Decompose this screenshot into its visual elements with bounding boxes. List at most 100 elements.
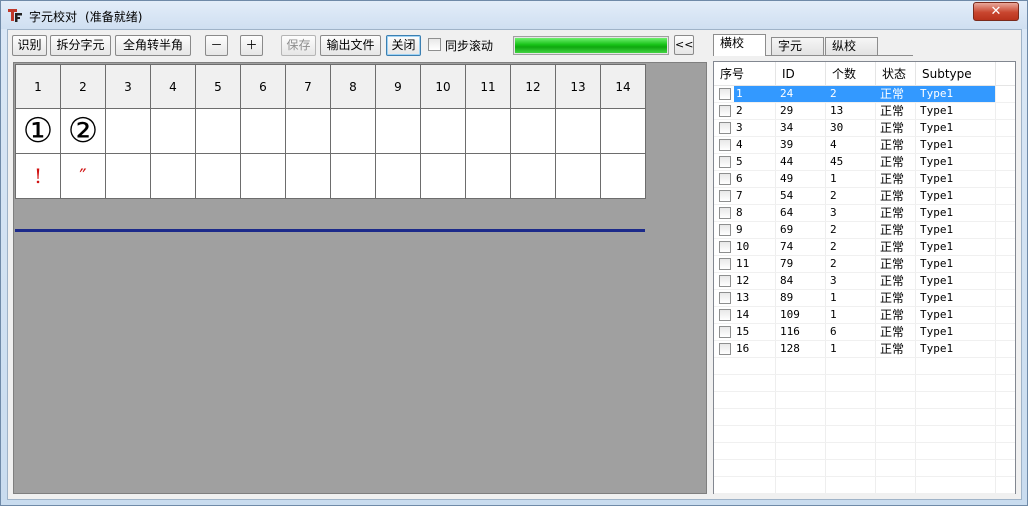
empty-list-row: [714, 460, 1015, 477]
char-cell[interactable]: [465, 153, 511, 199]
save-button[interactable]: 保存: [281, 35, 316, 56]
glyph-grid-area[interactable]: 1 2 3 4 5 6 7 8 9 10 11 12 13 14 ①② ! ″: [13, 62, 707, 494]
char-cell[interactable]: !: [15, 153, 61, 199]
list-item[interactable]: 11 79 2 正常 Type1: [714, 256, 1015, 273]
recognize-button[interactable]: 识别: [12, 35, 47, 56]
glyph-cell[interactable]: [195, 108, 241, 154]
cell-subtype: Type1: [920, 257, 954, 270]
list-item[interactable]: 1 24 2 正常 Type1: [714, 86, 1015, 103]
grid-column-header: 6: [240, 64, 286, 109]
header-no[interactable]: 序号: [714, 62, 776, 86]
list-item[interactable]: 13 89 1 正常 Type1: [714, 290, 1015, 307]
cell-status: 正常: [880, 342, 905, 356]
glyph-cell[interactable]: ②: [60, 108, 106, 154]
glyph-cell[interactable]: [510, 108, 556, 154]
list-item[interactable]: 4 39 4 正常 Type1: [714, 137, 1015, 154]
row-checkbox[interactable]: [719, 241, 731, 253]
list-item[interactable]: 7 54 2 正常 Type1: [714, 188, 1015, 205]
cell-id: 109: [780, 308, 800, 321]
char-cell[interactable]: [330, 153, 376, 199]
close-button[interactable]: 关闭: [386, 35, 421, 56]
export-file-button[interactable]: 输出文件: [320, 35, 381, 56]
list-item[interactable]: 15 116 6 正常 Type1: [714, 324, 1015, 341]
row-checkbox[interactable]: [719, 343, 731, 355]
list-item[interactable]: 14 109 1 正常 Type1: [714, 307, 1015, 324]
list-item[interactable]: 8 64 3 正常 Type1: [714, 205, 1015, 222]
zoom-in-button[interactable]: ＋: [240, 35, 263, 56]
grid-column-header: 9: [375, 64, 421, 109]
list-item[interactable]: 6 49 1 正常 Type1: [714, 171, 1015, 188]
zoom-out-button[interactable]: －: [205, 35, 228, 56]
row-checkbox[interactable]: [719, 326, 731, 338]
title-bar[interactable]: 字元校对 (准备就绪) ✕: [1, 1, 1027, 29]
tab-vertical-check[interactable]: 纵校: [825, 37, 878, 56]
header-status[interactable]: 状态: [876, 62, 916, 86]
glyph-cell[interactable]: [105, 108, 151, 154]
char-cell[interactable]: [600, 153, 646, 199]
glyph-cell[interactable]: [285, 108, 331, 154]
header-count[interactable]: 个数: [826, 62, 876, 86]
list-item[interactable]: 9 69 2 正常 Type1: [714, 222, 1015, 239]
list-item[interactable]: 3 34 30 正常 Type1: [714, 120, 1015, 137]
row-checkbox[interactable]: [719, 258, 731, 270]
cell-count: 4: [830, 138, 837, 151]
row-checkbox[interactable]: [719, 173, 731, 185]
row-checkbox[interactable]: [719, 139, 731, 151]
glyph-cell[interactable]: [600, 108, 646, 154]
cell-id: 116: [780, 325, 800, 338]
char-cell[interactable]: [375, 153, 421, 199]
glyph-cell[interactable]: [330, 108, 376, 154]
cell-status: 正常: [880, 291, 905, 305]
row-checkbox[interactable]: [719, 156, 731, 168]
glyph-cell[interactable]: [420, 108, 466, 154]
header-subtype[interactable]: Subtype: [916, 62, 996, 86]
list-item[interactable]: 2 29 13 正常 Type1: [714, 103, 1015, 120]
char-cell[interactable]: ″: [60, 153, 106, 199]
grid-column-header: 13: [555, 64, 601, 109]
glyph-cell[interactable]: ①: [15, 108, 61, 154]
char-cell[interactable]: [510, 153, 556, 199]
glyph-cell[interactable]: [555, 108, 601, 154]
sync-scroll-checkbox[interactable]: [428, 38, 441, 51]
tab-glyph[interactable]: 字元: [771, 37, 824, 56]
glyph-cell[interactable]: [375, 108, 421, 154]
glyph-list[interactable]: 序号 ID 个数 状态 Subtype 1 24 2 正常 Type1 2 29 13 正常 Ty…: [713, 61, 1016, 494]
row-checkbox[interactable]: [719, 224, 731, 236]
sync-scroll-label: 同步滚动: [445, 39, 494, 53]
collapse-panel-button[interactable]: <<: [674, 35, 694, 55]
grid-column-header: 2: [60, 64, 106, 109]
row-checkbox[interactable]: [719, 309, 731, 321]
row-checkbox[interactable]: [719, 88, 731, 100]
list-header: 序号 ID 个数 状态 Subtype: [714, 62, 1015, 86]
tab-horizontal-check[interactable]: 横校: [713, 34, 766, 56]
list-item[interactable]: 16 128 1 正常 Type1: [714, 341, 1015, 358]
glyph-cell[interactable]: [465, 108, 511, 154]
fullwidth-to-halfwidth-button[interactable]: 全角转半角: [115, 35, 191, 56]
cell-no: 15: [736, 325, 750, 338]
row-checkbox[interactable]: [719, 292, 731, 304]
row-checkbox[interactable]: [719, 190, 731, 202]
row-checkbox[interactable]: [719, 207, 731, 219]
char-cell[interactable]: [105, 153, 151, 199]
char-cell[interactable]: [420, 153, 466, 199]
list-item[interactable]: 10 74 2 正常 Type1: [714, 239, 1015, 256]
char-cell[interactable]: [240, 153, 286, 199]
empty-list-row: [714, 426, 1015, 443]
row-checkbox[interactable]: [719, 122, 731, 134]
row-checkbox[interactable]: [719, 105, 731, 117]
char-cell[interactable]: [285, 153, 331, 199]
row-checkbox[interactable]: [719, 275, 731, 287]
grid-column-header: 5: [195, 64, 241, 109]
glyph-cell[interactable]: [150, 108, 196, 154]
window-close-button[interactable]: ✕: [973, 2, 1019, 21]
char-cell[interactable]: [555, 153, 601, 199]
list-item[interactable]: 5 44 45 正常 Type1: [714, 154, 1015, 171]
split-glyph-button[interactable]: 拆分字元: [50, 35, 111, 56]
list-item[interactable]: 12 84 3 正常 Type1: [714, 273, 1015, 290]
char-cell[interactable]: [195, 153, 241, 199]
cell-status: 正常: [880, 189, 905, 203]
window-status: (准备就绪): [85, 10, 143, 24]
glyph-cell[interactable]: [240, 108, 286, 154]
header-id[interactable]: ID: [776, 62, 826, 86]
char-cell[interactable]: [150, 153, 196, 199]
